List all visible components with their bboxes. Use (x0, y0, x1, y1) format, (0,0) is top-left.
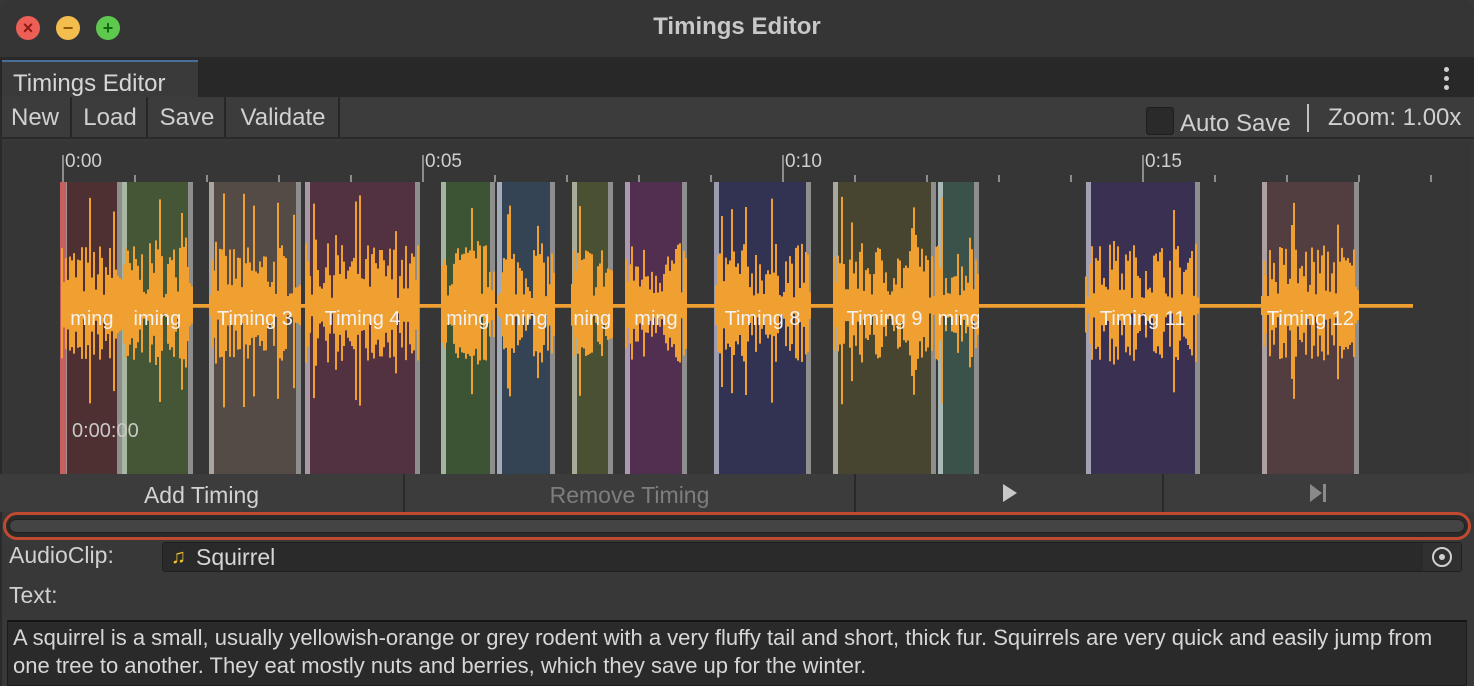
ruler-minor-tick (350, 175, 352, 182)
ruler-major-tick (782, 155, 784, 182)
timing-segment[interactable]: Timing 3 (208, 182, 302, 474)
timing-segment[interactable]: Timing 9 (833, 182, 937, 474)
object-picker-icon (1432, 547, 1452, 567)
ruler-label: 0:00 (65, 151, 102, 172)
timing-actions: Add Timing Remove Timing (0, 474, 1474, 512)
audioclip-field[interactable]: ♫ Squirrel (162, 542, 1462, 572)
save-button[interactable]: Save (150, 97, 226, 137)
window-title: Timings Editor (653, 13, 821, 40)
ruler-label: 0:15 (1145, 151, 1182, 172)
ruler-minor-tick (854, 175, 856, 182)
timing-segment[interactable]: Timing 11 (1085, 182, 1200, 474)
segment-label: Timing 3 (216, 308, 293, 330)
auto-save-checkbox[interactable] (1146, 107, 1174, 135)
load-button[interactable]: Load (74, 97, 148, 137)
kebab-menu-icon[interactable] (1444, 67, 1450, 90)
timing-segment[interactable]: ming (440, 182, 495, 474)
timing-segment[interactable]: Timing 12 (1261, 182, 1360, 474)
segment-label: Timing 4 (324, 308, 401, 330)
ruler-minor-tick (566, 175, 568, 182)
audioclip-label: AudioClip: (9, 542, 114, 568)
auto-save-label: Auto Save (1180, 110, 1291, 137)
time-ruler[interactable]: 0:00 0:05 0:10 0:15 (4, 141, 1470, 182)
ruler-major-tick (1142, 155, 1144, 182)
segment-label: Timing 8 (724, 308, 801, 330)
tab-timings-editor[interactable]: Timings Editor (2, 60, 198, 97)
timing-track[interactable]: Timing 12 Timing 11 ming Timing 9 Timing 8 mi… (4, 182, 1470, 474)
title-bar: × − + Timings Editor (0, 0, 1474, 57)
ruler-minor-tick (710, 175, 712, 182)
skip-to-end-icon (1310, 484, 1326, 502)
text-field[interactable]: A squirrel is a small, usually yellowish… (7, 620, 1467, 686)
segment-label: iming (133, 308, 182, 330)
ruler-minor-tick (1214, 175, 1216, 182)
object-picker-button[interactable] (1423, 543, 1461, 571)
new-button[interactable]: New (0, 97, 72, 137)
ruler-minor-tick (1358, 175, 1360, 182)
remove-timing-button[interactable]: Remove Timing (405, 474, 856, 512)
ruler-minor-tick (998, 175, 1000, 182)
scrollbar-thumb[interactable] (9, 519, 1465, 533)
play-icon (1003, 484, 1017, 502)
segment-label: ming (504, 308, 548, 330)
window-left-border (0, 97, 2, 686)
audio-clip-icon: ♫ (171, 546, 186, 568)
validate-button[interactable]: Validate (228, 97, 340, 137)
ruler-minor-tick (494, 175, 496, 182)
timing-segment[interactable]: ming (496, 182, 556, 474)
auto-save-toggle[interactable]: Auto Save (1146, 104, 1291, 138)
segment-label: Timing 12 (1266, 308, 1354, 330)
segment-label: ming (634, 308, 678, 330)
zoom-level: Zoom: 1.00x (1328, 104, 1462, 131)
ruler-minor-tick (1286, 175, 1288, 182)
ruler-minor-tick (278, 175, 280, 182)
ruler-minor-tick (206, 175, 208, 182)
segment-label: ming (70, 308, 114, 330)
timing-segment[interactable]: ming (625, 182, 687, 474)
ruler-major-tick (62, 155, 64, 182)
segment-label: ming (446, 308, 490, 330)
ruler-minor-tick (1430, 175, 1432, 182)
time-readout: 0:00:00 (72, 420, 139, 442)
segment-label: Timing 11 (1099, 308, 1186, 330)
ruler-label: 0:10 (785, 151, 822, 172)
audioclip-value: Squirrel (196, 544, 276, 570)
horizontal-scrollbar[interactable] (3, 512, 1471, 540)
timing-segment[interactable]: ming (937, 182, 980, 474)
ruler-minor-tick (134, 175, 136, 182)
segment-label: ming (937, 308, 980, 330)
text-label: Text: (9, 582, 58, 608)
add-timing-button[interactable]: Add Timing (0, 474, 405, 512)
tab-bar: Timings Editor (0, 57, 1474, 97)
step-forward-button[interactable] (1164, 474, 1474, 512)
timeline-view[interactable]: 0:00 0:05 0:10 0:15 Timing 12 Timing 11 ming T… (4, 141, 1470, 474)
timing-segment[interactable]: Timing 4 (305, 182, 420, 474)
toolbar-separator (1307, 104, 1309, 132)
ruler-label: 0:05 (425, 151, 462, 172)
play-button[interactable] (856, 474, 1164, 512)
ruler-minor-tick (1070, 175, 1072, 182)
ruler-minor-tick (926, 175, 928, 182)
toolbar: New Load Save Validate Auto Save Zoom: 1… (0, 97, 1474, 139)
timing-segment[interactable]: ning (571, 182, 613, 474)
ruler-major-tick (422, 155, 424, 182)
segment-label: Timing 9 (846, 308, 923, 330)
ruler-minor-tick (638, 175, 640, 182)
timing-segment[interactable]: Timing 8 (714, 182, 811, 474)
segment-label: ning (573, 308, 612, 330)
